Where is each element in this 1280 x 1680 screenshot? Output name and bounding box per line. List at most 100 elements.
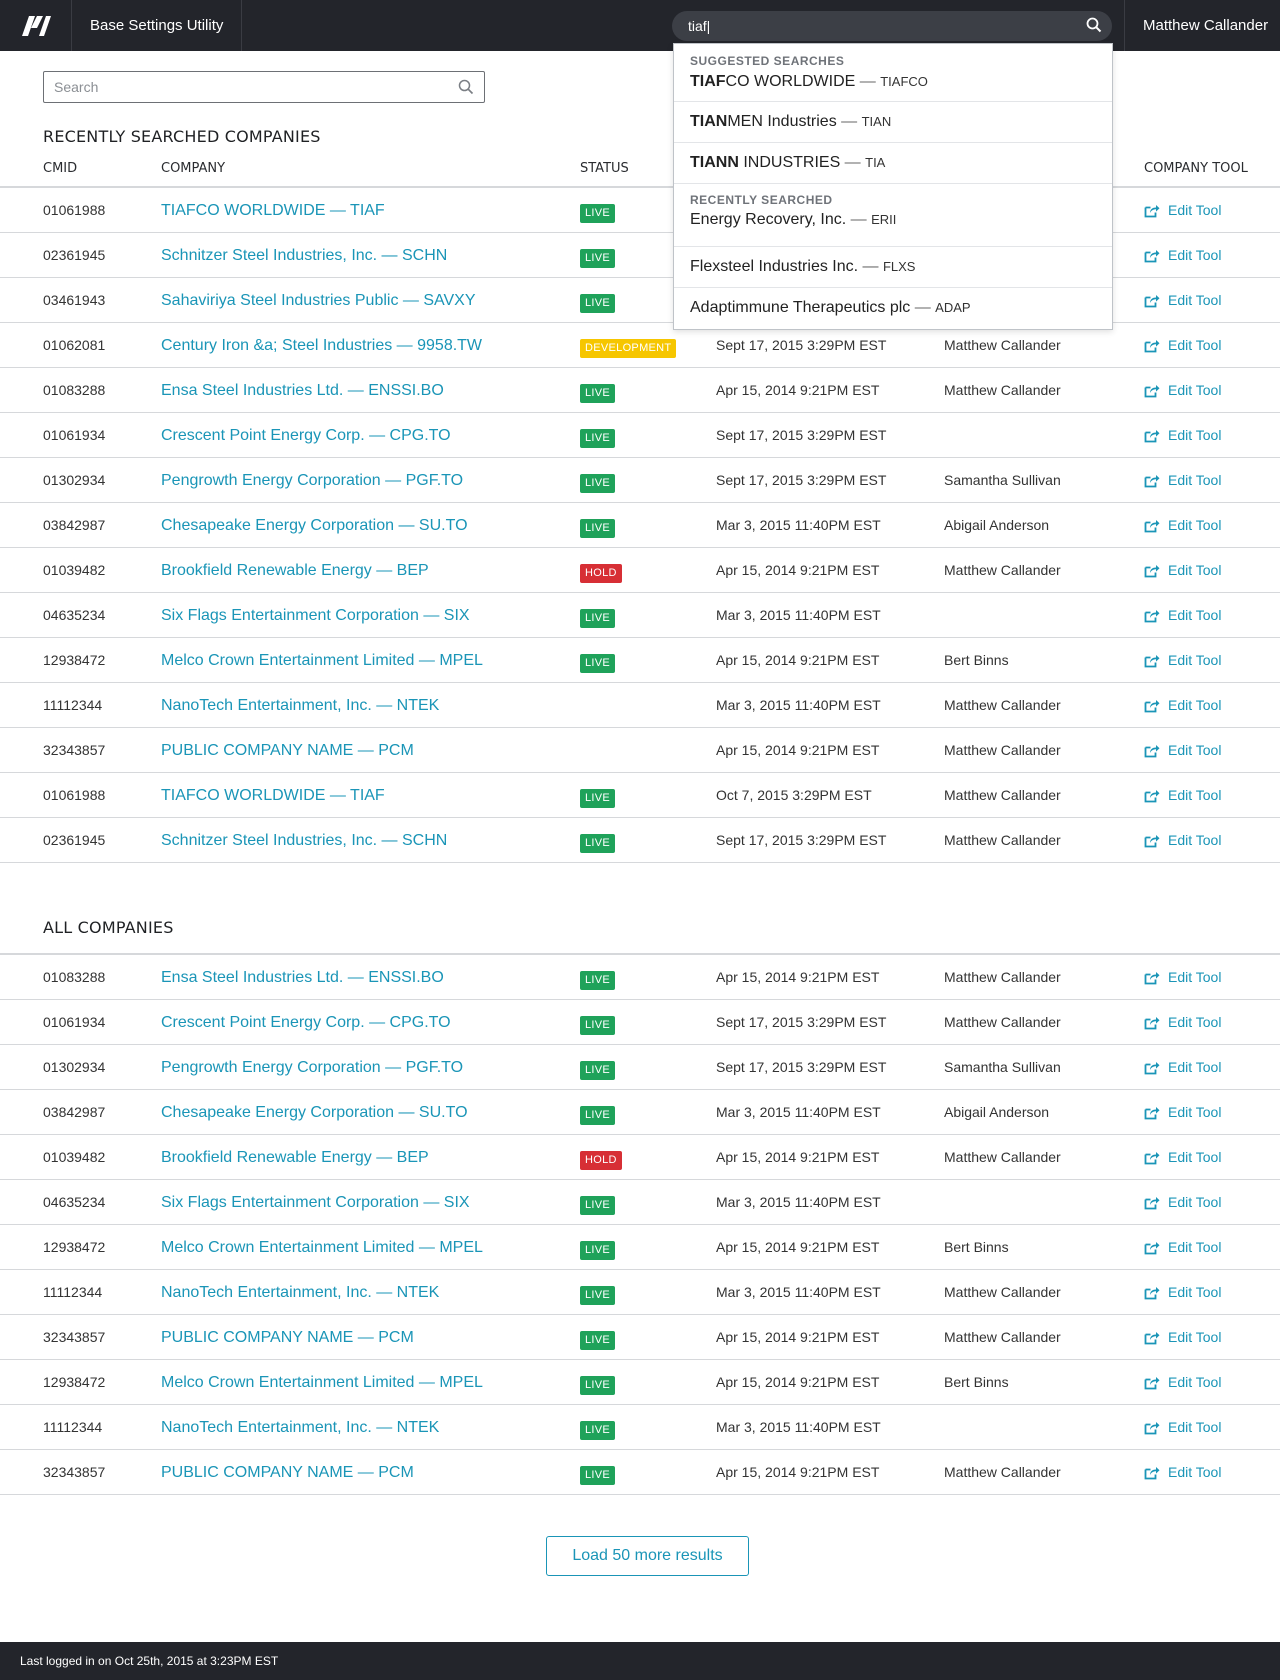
company-link[interactable]: Six Flags Entertainment Corporation — SI…: [161, 1180, 470, 1225]
edit-tool-label: Edit Tool: [1168, 472, 1222, 488]
col-status[interactable]: STATUS: [580, 161, 629, 176]
status-cell: LIVE: [580, 1059, 616, 1080]
suggestion-item[interactable]: TIANMEN Industries — TIAN: [674, 102, 1112, 143]
edit-tool-link[interactable]: Edit Tool: [1144, 1135, 1221, 1180]
global-search[interactable]: [672, 11, 1112, 41]
global-search-input[interactable]: [688, 11, 1068, 41]
edit-share-icon: [1144, 1106, 1160, 1119]
edit-tool-link[interactable]: Edit Tool: [1144, 773, 1221, 818]
search-icon[interactable]: [458, 79, 474, 100]
company-link[interactable]: Century Iron &a; Steel Industries — 9958…: [161, 323, 482, 368]
company-link[interactable]: Brookfield Renewable Energy — BEP: [161, 1135, 429, 1180]
company-link[interactable]: Melco Crown Entertainment Limited — MPEL: [161, 1225, 483, 1270]
edit-tool-link[interactable]: Edit Tool: [1144, 1225, 1221, 1270]
edit-tool-link[interactable]: Edit Tool: [1144, 955, 1221, 1000]
edit-tool-link[interactable]: Edit Tool: [1144, 593, 1221, 638]
search-icon[interactable]: [1086, 17, 1102, 38]
edit-tool-link[interactable]: Edit Tool: [1144, 818, 1221, 863]
date-cell: Oct 7, 2015 3:29PM EST: [716, 787, 872, 803]
edit-tool-link[interactable]: Edit Tool: [1144, 1360, 1221, 1405]
edit-tool-link[interactable]: Edit Tool: [1144, 1045, 1221, 1090]
edit-tool-link[interactable]: Edit Tool: [1144, 1405, 1221, 1450]
edit-tool-link[interactable]: Edit Tool: [1144, 1270, 1221, 1315]
status-cell: LIVE: [580, 969, 616, 990]
logo-icon: [21, 15, 51, 36]
company-link[interactable]: TIAFCO WORLDWIDE — TIAF: [161, 188, 385, 233]
edit-share-icon: [1144, 294, 1160, 307]
load-more-button[interactable]: Load 50 more results: [546, 1536, 749, 1576]
col-cmid[interactable]: CMID: [43, 161, 77, 176]
company-link[interactable]: Crescent Point Energy Corp. — CPG.TO: [161, 1000, 451, 1045]
edit-tool-link[interactable]: Edit Tool: [1144, 233, 1221, 278]
company-link[interactable]: Pengrowth Energy Corporation — PGF.TO: [161, 1045, 463, 1090]
suggestion-item[interactable]: TIAFCO WORLDWIDE — TIAFCO: [674, 69, 1112, 102]
status-badge: LIVE: [580, 1061, 616, 1080]
company-link[interactable]: PUBLIC COMPANY NAME — PCM: [161, 1315, 414, 1360]
recent-search-item[interactable]: Adaptimmune Therapeutics plc — ADAP: [674, 288, 1112, 329]
date-cell: Apr 15, 2014 9:21PM EST: [716, 652, 880, 668]
edit-tool-link[interactable]: Edit Tool: [1144, 1090, 1221, 1135]
edit-tool-link[interactable]: Edit Tool: [1144, 1000, 1221, 1045]
suggestion-match: TIAN: [690, 113, 728, 130]
table-row: 01302934 Pengrowth Energy Corporation — P…: [0, 458, 1280, 503]
company-search-input[interactable]: [54, 72, 444, 102]
cmid-cell: 03842987: [43, 1104, 106, 1120]
edit-tool-link[interactable]: Edit Tool: [1144, 1180, 1221, 1225]
recent-search-item[interactable]: Energy Recovery, Inc. — ERII: [674, 209, 1112, 247]
company-link[interactable]: NanoTech Entertainment, Inc. — NTEK: [161, 1405, 439, 1450]
edit-tool-link[interactable]: Edit Tool: [1144, 188, 1221, 233]
company-link[interactable]: Ensa Steel Industries Ltd. — ENSSI.BO: [161, 955, 444, 1000]
status-cell: LIVE: [580, 517, 616, 538]
company-link[interactable]: Six Flags Entertainment Corporation — SI…: [161, 593, 470, 638]
edit-tool-link[interactable]: Edit Tool: [1144, 1450, 1221, 1495]
edit-tool-link[interactable]: Edit Tool: [1144, 728, 1221, 773]
edit-tool-link[interactable]: Edit Tool: [1144, 683, 1221, 728]
suggestion-item[interactable]: TIANN INDUSTRIES — TIA: [674, 143, 1112, 184]
col-company-tool[interactable]: COMPANY TOOL: [1144, 161, 1248, 176]
edit-tool-link[interactable]: Edit Tool: [1144, 323, 1221, 368]
company-link[interactable]: PUBLIC COMPANY NAME — PCM: [161, 728, 414, 773]
edit-tool-link[interactable]: Edit Tool: [1144, 1315, 1221, 1360]
company-link[interactable]: TIAFCO WORLDWIDE — TIAF: [161, 773, 385, 818]
company-link[interactable]: Schnitzer Steel Industries, Inc. — SCHN: [161, 818, 447, 863]
table-row: 03842987 Chesapeake Energy Corporation — …: [0, 1090, 1280, 1135]
company-link[interactable]: Crescent Point Energy Corp. — CPG.TO: [161, 413, 451, 458]
company-search[interactable]: [43, 71, 485, 103]
edit-tool-link[interactable]: Edit Tool: [1144, 503, 1221, 548]
suggestion-ticker: TIAFCO: [880, 74, 928, 89]
cmid-cell: 04635234: [43, 607, 106, 623]
edit-tool-link[interactable]: Edit Tool: [1144, 638, 1221, 683]
company-link[interactable]: Chesapeake Energy Corporation — SU.TO: [161, 503, 468, 548]
edit-tool-link[interactable]: Edit Tool: [1144, 278, 1221, 323]
edit-tool-link[interactable]: Edit Tool: [1144, 368, 1221, 413]
table-row: 11112344 NanoTech Entertainment, Inc. — N…: [0, 1270, 1280, 1315]
edit-tool-label: Edit Tool: [1168, 1149, 1222, 1165]
company-link[interactable]: Chesapeake Energy Corporation — SU.TO: [161, 1090, 468, 1135]
company-link[interactable]: Melco Crown Entertainment Limited — MPEL: [161, 638, 483, 683]
company-link[interactable]: Melco Crown Entertainment Limited — MPEL: [161, 1360, 483, 1405]
suggestion-rest: MEN Industries: [727, 113, 837, 130]
edit-tool-link[interactable]: Edit Tool: [1144, 458, 1221, 503]
status-cell: LIVE: [580, 427, 616, 448]
company-link[interactable]: Pengrowth Energy Corporation — PGF.TO: [161, 458, 463, 503]
user-cell: Matthew Callander: [944, 1149, 1061, 1165]
recent-search-item[interactable]: Flexsteel Industries Inc. — FLXS: [674, 247, 1112, 288]
company-link[interactable]: Ensa Steel Industries Ltd. — ENSSI.BO: [161, 368, 444, 413]
user-menu[interactable]: Matthew Callander: [1124, 0, 1280, 51]
company-link[interactable]: Sahaviriya Steel Industries Public — SAV…: [161, 278, 476, 323]
cmid-cell: 32343857: [43, 742, 106, 758]
company-link[interactable]: Schnitzer Steel Industries, Inc. — SCHN: [161, 233, 447, 278]
status-badge: LIVE: [580, 1196, 616, 1215]
edit-tool-link[interactable]: Edit Tool: [1144, 413, 1221, 458]
company-link[interactable]: PUBLIC COMPANY NAME — PCM: [161, 1450, 414, 1495]
user-cell: Matthew Callander: [944, 969, 1061, 985]
cmid-cell: 04635234: [43, 1194, 106, 1210]
brand-logo[interactable]: [0, 0, 72, 51]
company-link[interactable]: Brookfield Renewable Energy — BEP: [161, 548, 429, 593]
edit-tool-link[interactable]: Edit Tool: [1144, 548, 1221, 593]
company-link[interactable]: NanoTech Entertainment, Inc. — NTEK: [161, 1270, 439, 1315]
app-title[interactable]: Base Settings Utility: [72, 0, 242, 51]
col-company[interactable]: COMPANY: [161, 161, 225, 176]
company-link[interactable]: NanoTech Entertainment, Inc. — NTEK: [161, 683, 439, 728]
edit-tool-label: Edit Tool: [1168, 517, 1222, 533]
